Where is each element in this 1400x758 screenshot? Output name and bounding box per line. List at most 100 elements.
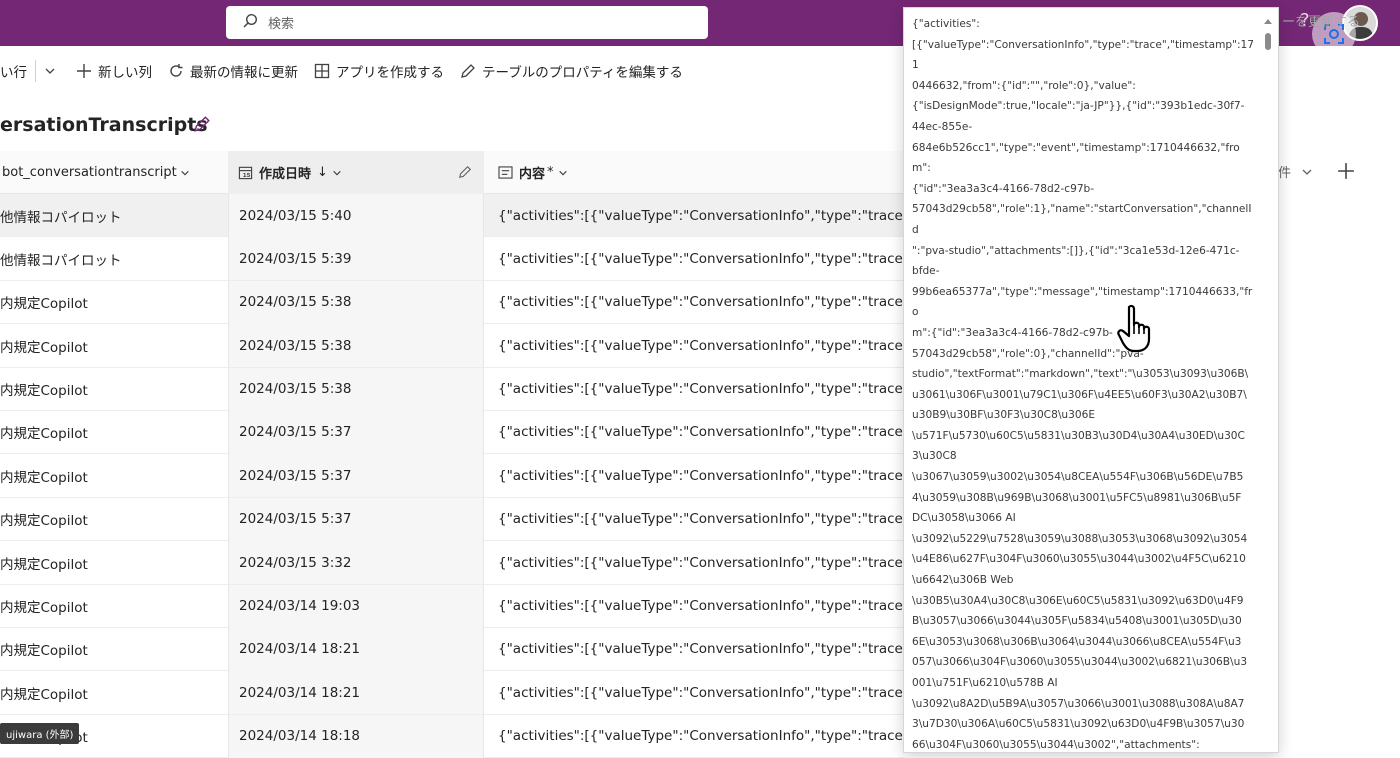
table-row[interactable]: 内規定Copilot 2024/03/15 5:38 {"activities":[… [0,280,905,325]
search-icon [242,13,268,33]
table-row[interactable]: 内規定Copilot 2024/03/15 5:38 {"activities":[… [0,367,905,411]
row-count-label: 件 [1278,166,1292,181]
cell-name[interactable]: 他情報コパイロット [0,194,226,237]
cell-content[interactable]: {"activities":[{"valueType":"Conversatio… [486,671,905,714]
grid-body: 他情報コパイロット 2024/03/15 5:40 {"activities":[{… [0,194,905,758]
cell-name[interactable]: 内規定Copilot [0,454,226,497]
app-grid-icon [314,63,330,79]
cell-name[interactable]: 内規定Copilot [0,628,226,671]
cell-name[interactable]: 内規定Copilot [0,585,226,628]
table-row[interactable]: 内規定Copilot 2024/03/15 5:38 {"activities":[… [0,324,905,368]
cell-content[interactable]: {"activities":[{"valueType":"Conversatio… [486,324,905,367]
table-row[interactable]: 内規定Copilot2024/03/14 18:18{"activities":… [0,714,905,758]
data-grid: bot_conversationtranscript 15 作成日時 ↓ 内容 … [0,151,905,758]
cell-created-on[interactable]: 2024/03/15 5:40 [228,194,484,237]
table-row[interactable]: 内規定Copilot 2024/03/14 18:21 {"activities":… [0,627,905,672]
edit-table-label: テーブルのプロパティを編集する [482,65,683,81]
cell-name[interactable]: 内規定Copilot [0,324,226,367]
plus-icon [77,64,91,78]
cell-name[interactable]: 内規定Copilot [0,498,226,541]
table-row[interactable]: 内規定Copilot 2024/03/14 18:21 {"activities":… [0,671,905,715]
cell-name[interactable]: 内規定Copilot [0,671,226,714]
cell-created-on[interactable]: 2024/03/15 5:38 [228,324,484,368]
table-row[interactable]: 他情報コパイロット 2024/03/15 5:40 {"activities":[{… [0,194,905,238]
cell-created-on[interactable]: 2024/03/15 5:37 [228,410,484,454]
cell-content[interactable]: {"activities":[{"valueType":"Conversatio… [486,628,905,671]
cell-content[interactable]: {"activities":[{"valueType":"Conversatio… [486,541,905,584]
cell-content[interactable]: {"activities":[{"valueType":"Conversatio… [486,194,905,237]
cell-name[interactable]: 他情報コパイロット [0,237,226,280]
update-command-truncated[interactable]: ーを更新する [1282,11,1360,30]
cell-created-on[interactable]: 2024/03/14 18:21 [228,671,484,715]
table-row[interactable]: 内規定Copilot 2024/03/15 5:37 {"activities":[… [0,454,905,498]
cell-created-on[interactable]: 2024/03/15 5:38 [228,367,484,411]
cell-content[interactable]: {"activities":[{"valueType":"Conversatio… [486,411,905,454]
calendar-icon: 15 [238,166,253,179]
refresh-label: 最新の情報に更新 [190,65,298,81]
cell-created-on[interactable]: 2024/03/15 5:37 [228,497,484,541]
cell-content-popup[interactable]: {"activities": [{"valueType":"Conversati… [903,7,1279,753]
table-row[interactable]: 内規定Copilot 2024/03/15 5:37 {"activities":[… [0,497,905,542]
column-header-label: 内容 [519,167,546,182]
edit-column-icon [458,165,472,179]
chevron-down-icon [45,68,55,74]
column-header-label: bot_conversationtranscript [2,165,177,180]
new-column-label: 新しい列 [98,65,152,81]
cell-created-on[interactable]: 2024/03/15 3:32 [228,541,484,585]
edit-table-properties-button[interactable]: テーブルのプロパティを編集する [460,50,683,92]
plus-icon [1338,163,1354,179]
scroll-thumb[interactable] [1265,33,1271,50]
cell-created-on[interactable]: 2024/03/15 5:39 [228,237,484,281]
popup-scrollbar[interactable] [1260,8,1278,752]
cell-content[interactable]: {"activities":[{"valueType":"Conversatio… [486,454,905,497]
create-app-button[interactable]: アプリを作成する [314,50,444,92]
search-box[interactable]: 検索 [226,6,708,39]
cell-name[interactable]: 内規定Copilot [0,368,226,411]
new-column-button[interactable]: 新しい列 [76,50,152,92]
cell-content[interactable]: {"activities":[{"valueType":"Conversatio… [486,715,905,758]
cell-name[interactable]: 内規定Copilot [0,411,226,454]
popup-content-text[interactable]: {"activities": [{"valueType":"Conversati… [912,14,1258,754]
cell-content[interactable]: {"activities":[{"valueType":"Conversatio… [486,368,905,411]
cell-created-on[interactable]: 2024/03/14 18:18 [228,714,484,758]
cell-content[interactable]: {"activities":[{"valueType":"Conversatio… [486,498,905,541]
pencil-icon [461,64,475,78]
cell-content[interactable]: {"activities":[{"valueType":"Conversatio… [486,281,905,324]
cell-content[interactable]: {"activities":[{"valueType":"Conversatio… [486,585,905,628]
cell-created-on[interactable]: 2024/03/14 19:03 [228,584,484,628]
scroll-up-arrow-icon[interactable] [1264,19,1272,24]
cell-created-on[interactable]: 2024/03/15 5:37 [228,454,484,498]
create-app-label: アプリを作成する [336,65,444,81]
divider [35,60,36,82]
row-count-hint[interactable]: 件 [1278,162,1313,181]
table-row[interactable]: 内規定Copilot 2024/03/15 3:32 {"activities":[… [0,541,905,585]
column-header-name[interactable]: bot_conversationtranscript [0,151,226,194]
column-header-created-on[interactable]: 15 作成日時 ↓ [228,151,484,194]
table-title: ersationTranscripts [0,114,208,136]
column-header-content[interactable]: 内容 * [486,151,905,194]
user-tag: ujiwara (外部) [0,723,80,744]
cell-name[interactable]: 内規定Copilot [0,281,226,324]
refresh-icon [170,64,183,77]
edit-title-icon[interactable] [193,115,211,137]
search-placeholder: 検索 [268,17,295,32]
table-row[interactable]: 内規定Copilot 2024/03/15 5:37 {"activities":[… [0,410,905,455]
add-column-button[interactable] [1333,158,1359,184]
svg-text:15: 15 [243,173,251,179]
refresh-button[interactable]: 最新の情報に更新 [168,50,298,92]
table-row[interactable]: 他情報コパイロット 2024/03/15 5:39 {"activities":[{… [0,237,905,281]
table-row[interactable]: 内規定Copilot 2024/03/14 19:03 {"activities":… [0,584,905,628]
cell-content[interactable]: {"activities":[{"valueType":"Conversatio… [486,237,905,280]
new-row-button[interactable]: い行 [0,50,27,92]
chevron-down-icon [180,170,189,175]
cell-created-on[interactable]: 2024/03/15 5:38 [228,280,484,324]
sort-descending-icon: ↓ [317,165,328,180]
new-row-dropdown[interactable] [44,50,62,92]
cell-created-on[interactable]: 2024/03/14 18:21 [228,627,484,671]
text-field-icon [498,166,513,179]
chevron-down-icon [558,170,567,175]
hand-cursor-icon [1115,303,1159,359]
grid-header: bot_conversationtranscript 15 作成日時 ↓ 内容 … [0,151,905,194]
cell-name[interactable]: 内規定Copilot [0,541,226,584]
chevron-down-icon [333,170,341,175]
